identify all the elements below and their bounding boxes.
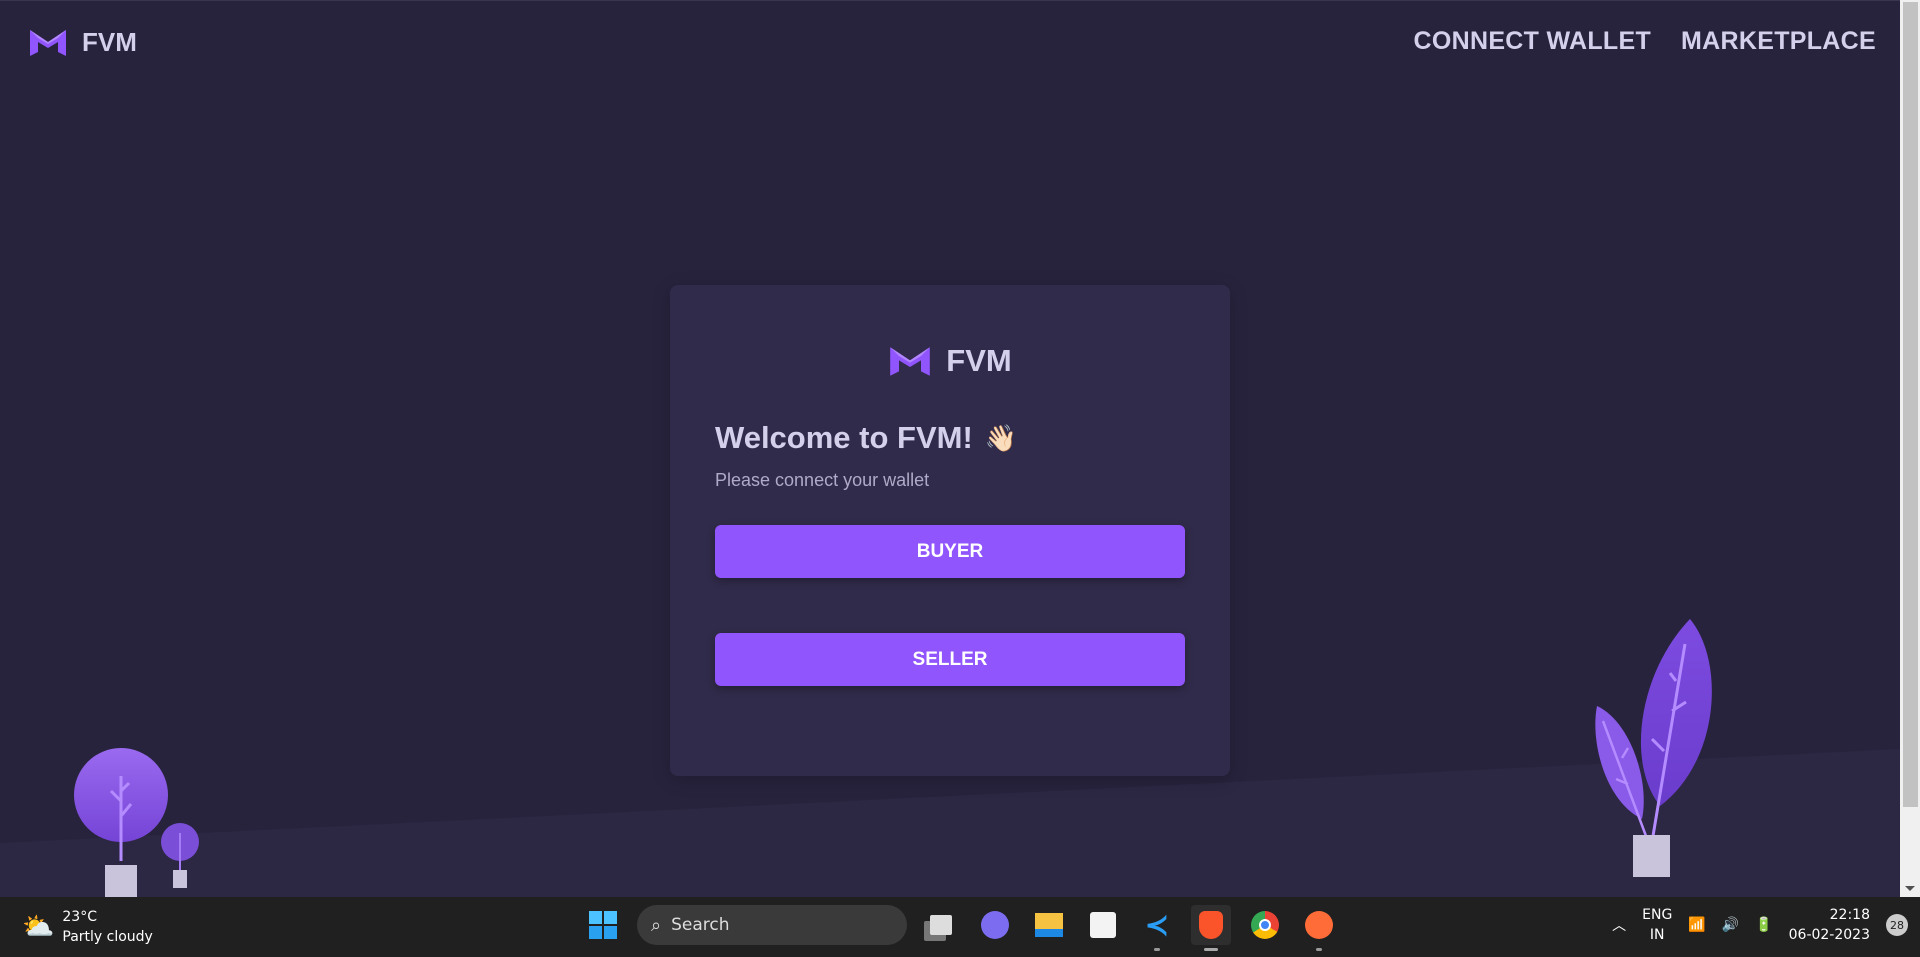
card-brand: FVM (0, 343, 1900, 379)
windows-start-icon[interactable] (583, 905, 623, 945)
language-indicator[interactable]: ENG IN (1642, 905, 1672, 945)
fvm-logo-icon (30, 29, 66, 56)
vertical-scrollbar[interactable] (1900, 0, 1920, 897)
clock[interactable]: 22:18 06-02-2023 (1789, 905, 1870, 945)
waving-hand-icon: 👋🏻 (984, 422, 1018, 453)
taskbar-search[interactable]: ⌕ Search (637, 905, 907, 945)
brand-name: FVM (82, 27, 137, 57)
wifi-icon[interactable]: 📶 (1688, 917, 1705, 933)
top-nav: CONNECT WALLET MARKETPLACE (1414, 27, 1876, 56)
region: IN (1649, 927, 1665, 943)
search-icon: ⌕ (651, 914, 662, 936)
welcome-heading: Welcome to FVM! 👋🏻 (715, 420, 1017, 456)
brave-browser-icon[interactable] (1191, 905, 1231, 951)
fvm-logo-icon (890, 346, 931, 376)
header-brand[interactable]: FVM (28, 27, 137, 58)
system-tray: ︿ ENG IN 📶 🔊 🔋 22:18 06-02-2023 28 (1612, 905, 1920, 945)
connect-wallet-link[interactable]: CONNECT WALLET (1414, 27, 1652, 56)
microsoft-store-icon[interactable] (1083, 905, 1123, 945)
chrome-icon[interactable] (1245, 905, 1285, 945)
marketplace-link[interactable]: MARKETPLACE (1681, 27, 1876, 56)
file-explorer-icon[interactable] (1029, 905, 1069, 945)
time: 22:18 (1829, 907, 1870, 923)
scrollbar-thumb[interactable] (1903, 2, 1918, 807)
battery-icon[interactable]: 🔋 (1755, 917, 1772, 933)
welcome-subtitle: Please connect your wallet (715, 470, 930, 490)
task-view-icon[interactable] (921, 905, 961, 945)
weather-widget[interactable]: ⛅ 23°C Partly cloudy (22, 907, 153, 947)
taskbar-center: ⌕ Search ≺ (583, 905, 1339, 951)
search-label: Search (671, 915, 730, 935)
partly-cloudy-icon: ⛅ (22, 912, 55, 942)
welcome-title: Welcome to FVM! (715, 420, 973, 455)
weather-condition: Partly cloudy (62, 929, 153, 945)
seller-button[interactable]: SELLER (715, 633, 1185, 686)
card-brand-name: FVM (946, 343, 1012, 378)
buyer-button[interactable]: BUYER (715, 525, 1185, 578)
windows-taskbar: ⛅ 23°C Partly cloudy ⌕ Search ≺ ︿ ENG IN… (0, 897, 1920, 957)
chat-icon[interactable] (975, 905, 1015, 945)
date: 06-02-2023 (1788, 927, 1870, 943)
postman-icon[interactable] (1299, 905, 1339, 951)
scroll-down-arrow-icon[interactable] (1905, 886, 1915, 891)
notification-badge[interactable]: 28 (1886, 914, 1908, 936)
language: ENG (1642, 907, 1673, 923)
volume-icon[interactable]: 🔊 (1722, 917, 1739, 933)
weather-temp: 23°C (62, 909, 97, 925)
show-hidden-icons-chevron-icon[interactable]: ︿ (1612, 915, 1626, 935)
vscode-icon[interactable]: ≺ (1137, 905, 1177, 951)
web-page: FVM CONNECT WALLET MARKETPLACE FVM Welco… (0, 0, 1900, 897)
